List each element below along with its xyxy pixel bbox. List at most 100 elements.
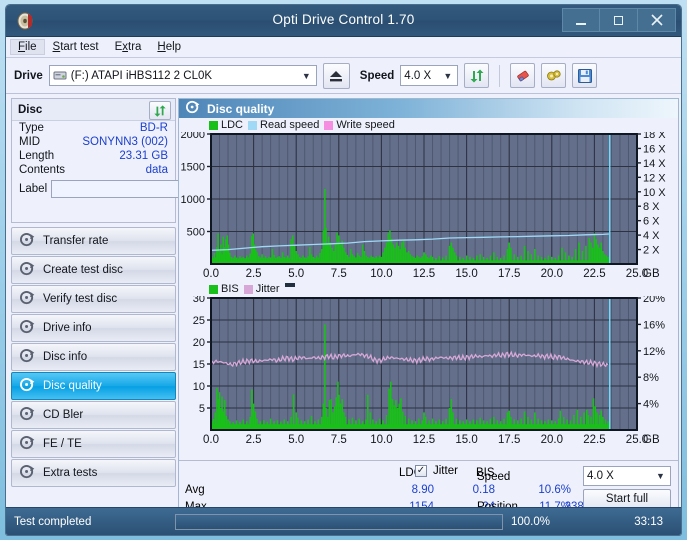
sidebar-item-disc-quality[interactable]: Disc quality <box>11 372 176 400</box>
start-full-button[interactable]: Start full <box>583 489 671 509</box>
jitter-toggle-group[interactable]: ✓ Jitter <box>415 465 458 477</box>
svg-text:10.0: 10.0 <box>370 268 392 280</box>
erase-button[interactable] <box>510 63 536 88</box>
desktop-background: Opti Drive Control 1.70 FFileile Start t… <box>0 0 687 540</box>
toolbar-separator <box>499 64 501 87</box>
disc-panel-title: Disc <box>18 103 43 116</box>
drive-select[interactable]: (F:) ATAPI iHBS112 2 CL0K ▼ <box>48 65 317 86</box>
chart-legend-top: LDC Read speed Write speed <box>179 118 678 132</box>
sidebar-item-drive-info[interactable]: Drive info <box>11 314 176 342</box>
disc-row-mid: MID SONYNN3 (002) <box>12 135 175 149</box>
svg-text:0.0: 0.0 <box>203 268 219 280</box>
window-body: Disc Type BD-R MID SONYNN3 (002) Length … <box>6 94 681 535</box>
svg-text:6 X: 6 X <box>643 216 660 228</box>
sidebar: Disc Type BD-R MID SONYNN3 (002) Length … <box>11 98 256 535</box>
progress-percent: 100.0% <box>511 515 551 528</box>
close-button[interactable] <box>638 8 676 32</box>
save-button[interactable] <box>572 63 598 88</box>
chart-canvas-top[interactable]: 500 1000 1500 2000 2 X 4 X 6 X 8 X 10 X 12 X 14 X 1… <box>179 132 678 282</box>
disc-row-value: BD-R <box>139 122 168 134</box>
svg-text:0.0: 0.0 <box>203 434 219 446</box>
stats-row-label-avg: Avg <box>185 484 205 496</box>
chart-legend-bottom: BIS Jitter <box>179 282 678 296</box>
disc-row-key: MID <box>19 136 41 148</box>
svg-text:20.0: 20.0 <box>541 268 563 280</box>
disc-row-length: Length 23.31 GB <box>12 149 175 163</box>
sidebar-item-cd-bler[interactable]: CD Bler <box>11 401 176 429</box>
disc-row-contents: Contents data <box>12 163 175 177</box>
test-speed-value: 4.0 X <box>587 470 614 482</box>
speed-select[interactable]: 4.0 X ▼ <box>400 65 459 86</box>
legend-item-write-speed: Write speed <box>324 119 395 131</box>
svg-text:1500: 1500 <box>181 162 205 174</box>
progress-bar <box>175 513 503 530</box>
menu-item-file[interactable]: FFileile <box>10 39 45 55</box>
status-bar: Test completed 100.0% 33:13 <box>6 507 681 535</box>
svg-text:GB: GB <box>643 268 660 280</box>
disc-row-key: Contents <box>19 164 66 176</box>
svg-text:5.0: 5.0 <box>288 268 304 280</box>
sidebar-item-extra-tests[interactable]: Extra tests <box>11 459 176 487</box>
svg-text:2.5: 2.5 <box>246 268 262 280</box>
application-window: Opti Drive Control 1.70 FFileile Start t… <box>5 4 682 536</box>
sidebar-item-label: Disc quality <box>43 380 102 392</box>
legend-marker-extra <box>284 283 295 287</box>
disc-row-key: Length <box>19 150 55 162</box>
test-speed-select[interactable]: 4.0 X ▼ <box>583 466 671 486</box>
sidebar-item-fe-te[interactable]: FE / TE <box>11 430 176 458</box>
svg-text:4%: 4% <box>643 399 659 411</box>
svg-text:2.5: 2.5 <box>246 434 262 446</box>
svg-text:16%: 16% <box>643 319 665 331</box>
jitter-checkbox-box[interactable]: ✓ <box>415 465 427 477</box>
menu-item-extra[interactable]: Extra <box>107 39 150 55</box>
sidebar-item-verify-test-disc[interactable]: Verify test disc <box>11 285 176 313</box>
speed-stat-label: Speed <box>477 471 511 483</box>
legend-item-ldc: LDC <box>209 119 243 131</box>
main-panel: Disc quality LDC Read speed Write speed … <box>178 98 679 535</box>
chart-canvas-bottom[interactable]: 5 10 15 20 25 30 4% 8% 12% 16% 20% 0.0 2.5 5.0 7.5 10.0… <box>179 296 678 448</box>
stats-avg-ldc: 8.90 <box>411 484 434 496</box>
svg-text:20%: 20% <box>643 296 665 305</box>
svg-text:5.0: 5.0 <box>288 434 304 446</box>
svg-text:15.0: 15.0 <box>455 434 477 446</box>
sidebar-item-disc-info[interactable]: Disc info <box>11 343 176 371</box>
disc-refresh-button[interactable] <box>149 101 171 120</box>
disc-row-value: SONYNN3 (002) <box>82 136 168 148</box>
svg-text:1000: 1000 <box>181 194 205 206</box>
disc-test-icon <box>20 406 35 424</box>
disc-test-icon <box>20 464 35 482</box>
chevron-down-icon: ▼ <box>656 471 665 481</box>
svg-text:4 X: 4 X <box>643 230 660 242</box>
svg-text:12.5: 12.5 <box>413 434 435 446</box>
svg-text:15.0: 15.0 <box>455 268 477 280</box>
sidebar-item-create-test-disc[interactable]: Create test disc <box>11 256 176 284</box>
svg-text:14 X: 14 X <box>643 158 666 170</box>
minimize-button[interactable] <box>562 8 600 32</box>
sidebar-item-label: CD Bler <box>43 409 84 421</box>
svg-text:22.5: 22.5 <box>583 434 605 446</box>
elapsed-time: 33:13 <box>634 515 663 528</box>
svg-text:30: 30 <box>193 296 205 305</box>
disc-test-icon <box>20 319 35 337</box>
sidebar-item-transfer-rate[interactable]: Transfer rate <box>11 227 176 255</box>
tools-button[interactable] <box>541 63 567 88</box>
disc-label-caption: Label <box>19 183 48 195</box>
sidebar-item-label: Drive info <box>43 322 92 334</box>
svg-text:10 X: 10 X <box>643 187 666 199</box>
menu-item-help[interactable]: Help <box>149 39 189 55</box>
maximize-button[interactable] <box>600 8 638 32</box>
disc-test-icon <box>20 290 35 308</box>
legend-item-jitter: Jitter <box>243 283 280 295</box>
svg-text:12 X: 12 X <box>643 172 666 184</box>
stats-avg-jitter: 10.6% <box>538 484 571 496</box>
svg-text:22.5: 22.5 <box>583 268 605 280</box>
main-panel-header: Disc quality <box>179 99 678 118</box>
speed-value: 4.0 X <box>404 69 432 82</box>
eject-button[interactable] <box>322 62 350 89</box>
refresh-button[interactable] <box>464 63 490 88</box>
svg-text:5: 5 <box>199 403 205 415</box>
svg-text:20: 20 <box>193 337 205 349</box>
svg-text:7.5: 7.5 <box>331 268 347 280</box>
svg-text:10: 10 <box>193 381 205 393</box>
menu-item-start-test[interactable]: Start test <box>45 39 107 55</box>
